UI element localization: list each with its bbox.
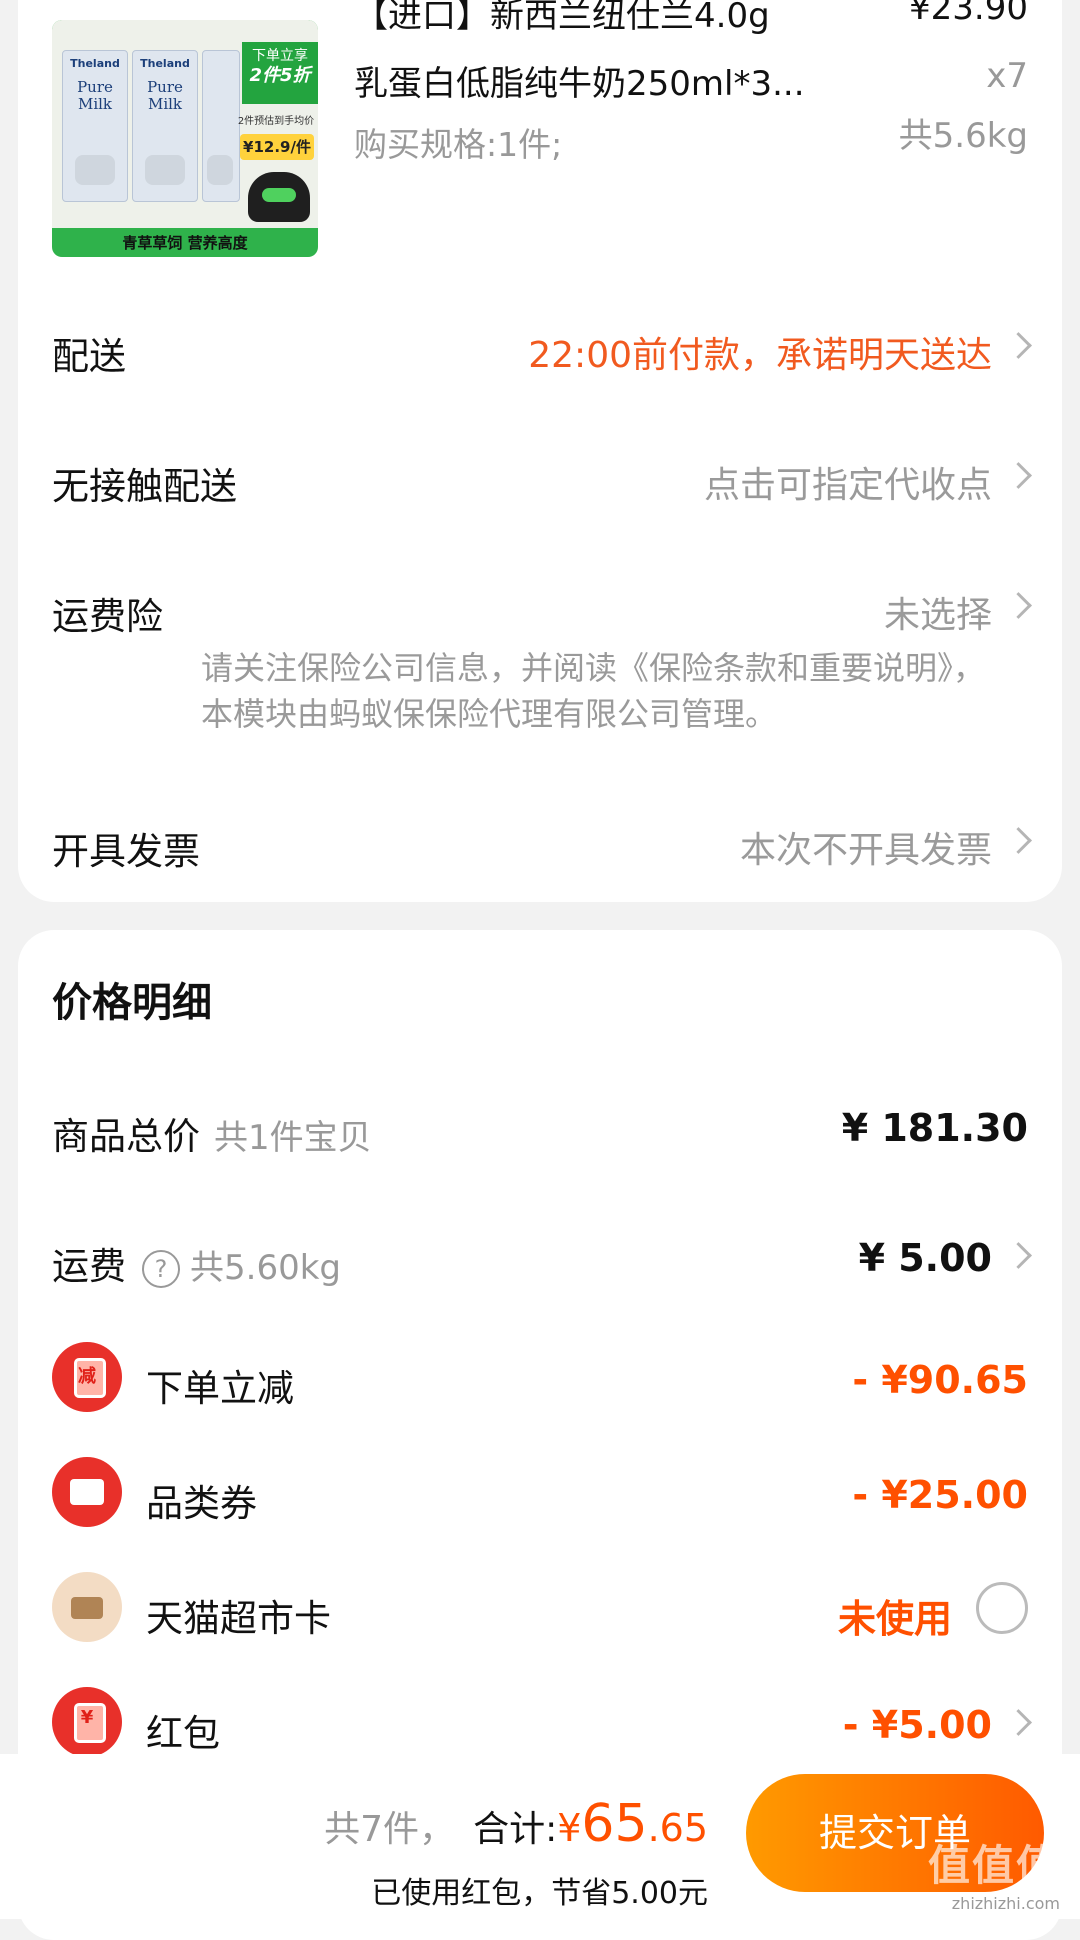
product-spec: 购买规格:1件; <box>354 125 563 164</box>
carton-3 <box>202 50 240 202</box>
cow-graphic <box>75 155 115 185</box>
cow-graphic <box>145 155 185 185</box>
supermarket-card-icon <box>52 1572 122 1642</box>
goods-total-label: 商品总价 <box>52 1115 200 1158</box>
instant-discount-icon: 减 <box>52 1342 122 1412</box>
price-detail-title: 价格明细 <box>52 980 212 1026</box>
chevron-right-icon <box>1005 592 1032 619</box>
invoice-label: 开具发票 <box>52 830 200 873</box>
chevron-right-icon <box>1005 1709 1032 1736</box>
instant-discount-amount: - ¥90.65 <box>852 1358 1028 1402</box>
product-title-line1[interactable]: 【进口】新西兰纽仕兰4.0g <box>354 0 770 37</box>
carton-brand: Theland <box>70 57 120 70</box>
red-packet-label: 红包 <box>146 1712 220 1755</box>
tmall-mascot-icon <box>248 172 310 222</box>
watermark-logo: 值值值 <box>927 1841 1060 1890</box>
total-label: 合计: <box>473 1809 558 1850</box>
delivery-row[interactable]: 配送 22:00前付款，承诺明天送达 <box>52 318 1032 378</box>
insurance-row[interactable]: 运费险 未选择 <box>52 578 1032 638</box>
category-coupon-row: 品类券 - ¥25.00 <box>146 1465 1028 1525</box>
product-title-line2[interactable]: 乳蛋白低脂纯牛奶250ml*3... <box>354 56 805 105</box>
product-price: ¥23.90 <box>909 0 1028 28</box>
total-integer: 65 <box>581 1794 648 1854</box>
tmall-card-row[interactable]: 天猫超市卡 未使用 <box>146 1580 1028 1641</box>
shipping-sub: 共5.60kg <box>190 1248 341 1288</box>
chevron-right-icon <box>1005 462 1032 489</box>
instant-discount-row: 下单立减 - ¥90.65 <box>146 1350 1028 1410</box>
carton-brand: Theland <box>140 57 190 70</box>
chevron-right-icon <box>1005 1242 1032 1269</box>
goods-total-row: 商品总价 共1件宝贝 ¥ 181.30 <box>52 1098 1028 1158</box>
chevron-right-icon <box>1005 827 1032 854</box>
card-shape <box>71 1597 103 1619</box>
red-packet-icon: ¥ <box>52 1687 122 1757</box>
tmall-card-radio[interactable] <box>976 1582 1028 1634</box>
carton-1: Theland Pure Milk <box>62 50 128 202</box>
shipping-label-wrap: 运费? 共5.60kg <box>52 1236 341 1290</box>
total-line: 共7件， 合计:¥65.65 <box>324 1794 708 1854</box>
carton-pure-milk: Pure Milk <box>147 78 183 113</box>
total-decimal: .65 <box>647 1806 708 1850</box>
promo-sub: 2件预估到手均价 <box>237 116 315 127</box>
invoice-row[interactable]: 开具发票 本次不开具发票 <box>52 813 1032 873</box>
instant-discount-label: 下单立减 <box>146 1367 294 1410</box>
promo-line1: 下单立享 <box>252 48 308 64</box>
tmall-card-status: 未使用 <box>837 1597 952 1641</box>
savings-text: 已使用红包，节省5.00元 <box>371 1876 708 1911</box>
insurance-note: 请关注保险公司信息，并阅读《保险条款和重要说明》，本模块由蚂蚁保保险代理有限公司… <box>201 649 986 733</box>
product-quantity: x7 <box>986 56 1028 96</box>
coupon-ticket-shape <box>70 1479 104 1505</box>
question-icon[interactable]: ? <box>142 1249 180 1288</box>
chevron-right-icon <box>1005 332 1032 359</box>
category-coupon-label: 品类券 <box>146 1482 257 1525</box>
coupon-icon <box>52 1457 122 1527</box>
product-image[interactable]: Theland Pure Milk Theland Pure Milk 下单立享… <box>52 20 318 257</box>
goods-total-amount: ¥ 181.30 <box>841 1106 1028 1150</box>
carton-2: Theland Pure Milk <box>132 50 198 202</box>
shipping-label: 运费 <box>52 1245 126 1288</box>
product-slogan: 青草草饲 营养高度 <box>122 234 248 252</box>
goods-total-sub: 共1件宝贝 <box>214 1118 372 1158</box>
shipping-row[interactable]: 运费? 共5.60kg ¥ 5.00 <box>52 1228 1032 1290</box>
product-image-bg: Theland Pure Milk Theland Pure Milk 下单立享… <box>52 20 318 228</box>
shipping-amount: ¥ 5.00 <box>858 1236 992 1280</box>
delivery-label: 配送 <box>52 335 126 378</box>
watermark-site: zhizhizhi.com <box>951 1894 1060 1913</box>
delivery-value: 22:00前付款，承诺明天送达 <box>528 335 992 376</box>
contactless-value: 点击可指定代收点 <box>703 465 992 506</box>
category-coupon-amount: - ¥25.00 <box>852 1473 1028 1517</box>
checkout-bar: 共7件， 合计:¥65.65 已使用红包，节省5.00元 提交订单 值值值 zhi… <box>0 1754 1080 1919</box>
total-currency: ¥ <box>557 1806 582 1850</box>
item-count: 共7件， <box>324 1809 456 1850</box>
red-packet-glyph: ¥ <box>80 1707 94 1728</box>
watermark: 值值值 zhizhizhi.com <box>910 1841 1060 1913</box>
insurance-label: 运费险 <box>52 595 163 638</box>
promo-price: ¥12.9/件 <box>240 134 314 160</box>
insurance-value: 未选择 <box>883 595 992 636</box>
red-packet-amount: - ¥5.00 <box>842 1703 992 1747</box>
tmall-card-label: 天猫超市卡 <box>146 1597 331 1640</box>
contactless-row[interactable]: 无接触配送 点击可指定代收点 <box>52 448 1032 508</box>
promo-tag: 下单立享 2件5折 <box>242 42 318 104</box>
cow-graphic <box>207 155 233 185</box>
goods-total-label-wrap: 商品总价 共1件宝贝 <box>52 1106 372 1160</box>
carton-pure-milk: Pure Milk <box>77 78 113 113</box>
product-weight: 共5.6kg <box>898 116 1028 156</box>
contactless-label: 无接触配送 <box>52 465 237 508</box>
invoice-value: 本次不开具发票 <box>739 830 992 871</box>
discount-glyph: 减 <box>78 1366 96 1387</box>
promo-line2: 2件5折 <box>249 65 311 86</box>
red-packet-row[interactable]: 红包 - ¥5.00 <box>146 1695 1032 1755</box>
